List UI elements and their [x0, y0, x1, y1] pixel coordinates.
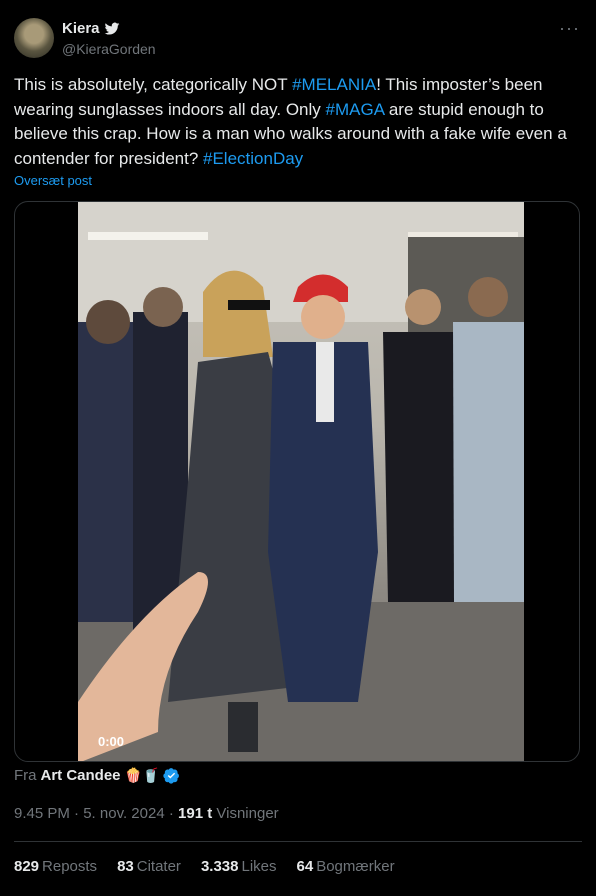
- author-display-name[interactable]: Kiera: [62, 20, 100, 37]
- hashtag-link[interactable]: #MELANIA: [292, 75, 376, 94]
- views-count: 191 t: [178, 805, 213, 822]
- author-name-row: Kiera: [62, 20, 120, 37]
- more-options-button[interactable]: ···: [559, 18, 580, 39]
- likes-count: 3.338: [200, 858, 239, 875]
- video-attribution: Fra Art Candee 🍿🥤: [14, 767, 180, 784]
- meta-separator: ·: [74, 805, 80, 822]
- twitter-bird-icon: [104, 22, 119, 35]
- reposts-stat[interactable]: 829 Reposts: [14, 858, 97, 875]
- attribution-prefix: Fra: [14, 767, 37, 784]
- quotes-count: 83: [117, 858, 134, 875]
- avatar[interactable]: [14, 18, 54, 58]
- quotes-label: Citater: [136, 858, 181, 875]
- tweet-time[interactable]: 9.45 PM: [14, 805, 70, 822]
- hashtag-link[interactable]: #MAGA: [326, 100, 385, 119]
- attribution-emojis: 🍿🥤: [124, 767, 160, 783]
- bookmarks-label: Bogmærker: [316, 858, 395, 875]
- tweet-text: This is absolutely, categorically NOT #M…: [14, 73, 586, 171]
- tweet-header: Kiera @KieraGorden ···: [14, 14, 582, 60]
- divider-top: [14, 841, 582, 842]
- reposts-label: Reposts: [42, 858, 98, 875]
- likes-label: Likes: [241, 858, 277, 875]
- author-handle[interactable]: @KieraGorden: [62, 41, 156, 57]
- engagement-stats: 829 Reposts 83 Citater 3.338 Likes 64 Bogmær…: [14, 858, 395, 875]
- tweet-date[interactable]: 5. nov. 2024: [83, 805, 164, 822]
- video-time: 0:00: [98, 734, 125, 749]
- bookmarks-count: 64: [296, 858, 314, 875]
- likes-stat[interactable]: 3.338 Likes: [201, 858, 277, 875]
- video-frame[interactable]: 0:00: [78, 202, 524, 761]
- tweet-text-segment: This is absolutely, categorically NOT: [14, 75, 293, 94]
- translate-post-link[interactable]: Oversæt post: [14, 173, 92, 188]
- attribution-source-link[interactable]: Art Candee: [41, 767, 121, 784]
- meta-separator-2: ·: [168, 805, 174, 822]
- reposts-count: 829: [14, 858, 40, 875]
- views-label: Visninger: [216, 805, 279, 822]
- verified-badge-icon: [163, 768, 180, 784]
- video-player[interactable]: 0:00: [14, 201, 580, 762]
- quotes-stat[interactable]: 83 Citater: [117, 858, 181, 875]
- hashtag-link[interactable]: #ElectionDay: [203, 149, 303, 168]
- video-still-illustration: [78, 202, 524, 761]
- tweet-meta: 9.45 PM · 5. nov. 2024 · 191 t Visninger: [14, 805, 279, 822]
- bookmarks-stat[interactable]: 64 Bogmærker: [297, 858, 395, 875]
